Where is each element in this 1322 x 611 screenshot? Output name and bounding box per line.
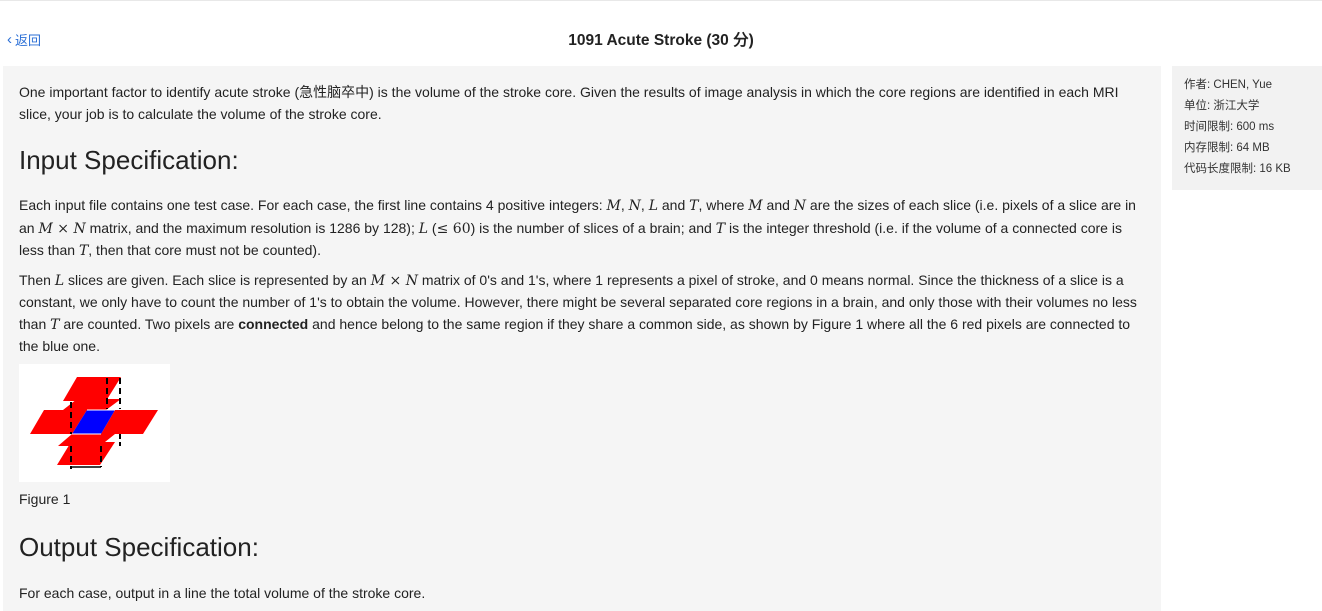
author-info: 作者: CHEN, Yue: [1184, 79, 1272, 91]
figure-1-image: [19, 363, 170, 482]
page-title: 1091 Acute Stroke (30 分): [568, 32, 754, 49]
input-spec-paragraph-2: Then L slices are given. Each slice is r…: [19, 271, 1137, 355]
problem-intro: One important factor to identify acute s…: [19, 84, 1119, 122]
problem-info-panel: 作者: CHEN, Yue 单位: 浙江大学 时间限制: 600 ms 内存限制…: [1172, 66, 1322, 190]
problem-content: One important factor to identify acute s…: [3, 66, 1161, 611]
code-limit-info: 代码长度限制: 16 KB: [1184, 163, 1291, 175]
input-spec-paragraph-1: Each input file contains one test case. …: [19, 197, 1136, 259]
header: ‹ 返回 1091 Acute Stroke (30 分): [0, 1, 1322, 65]
output-spec-heading: Output Specification:: [19, 532, 259, 562]
input-spec-heading: Input Specification:: [19, 145, 239, 175]
output-spec-paragraph: For each case, output in a line the tota…: [19, 585, 426, 601]
figure-caption: Figure 1: [19, 490, 71, 507]
memory-limit-info: 内存限制: 64 MB: [1184, 142, 1270, 154]
top-red-pixel: [63, 376, 121, 401]
unit-info: 单位: 浙江大学: [1184, 100, 1260, 112]
time-limit-info: 时间限制: 600 ms: [1184, 121, 1275, 133]
